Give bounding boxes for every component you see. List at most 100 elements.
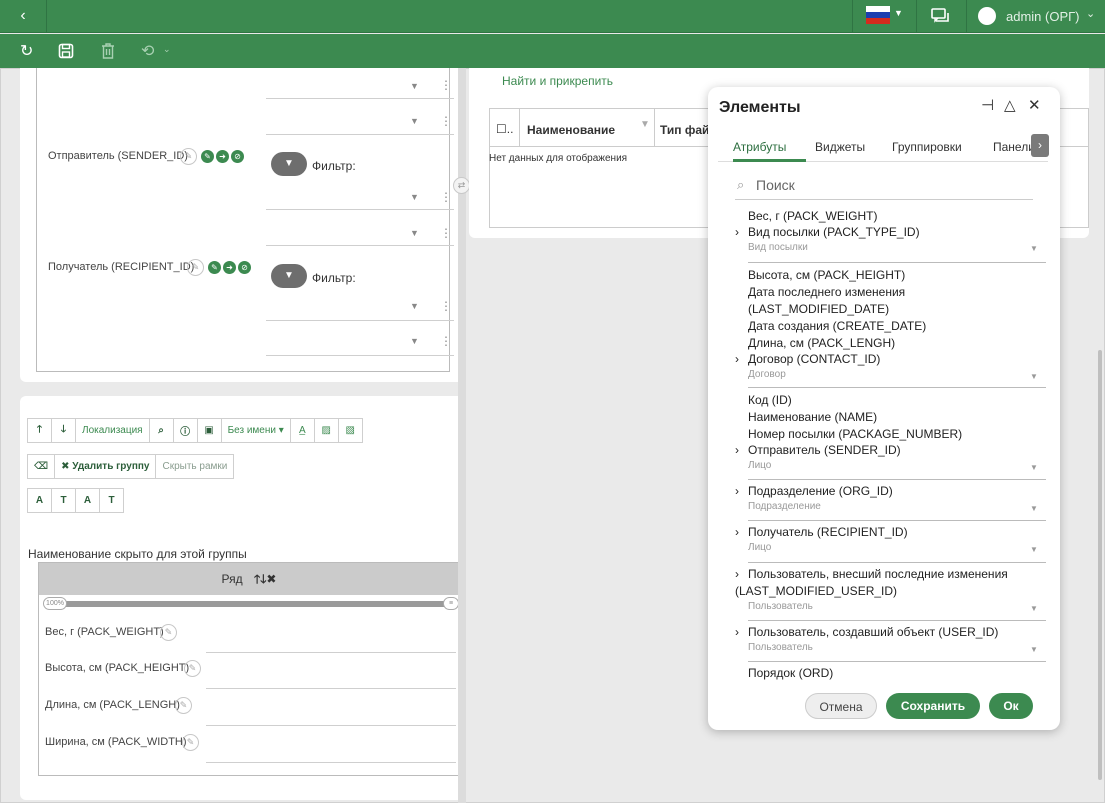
search-input[interactable]: ⌕ Поиск xyxy=(735,174,1033,200)
edit-icon[interactable]: ✎ xyxy=(175,697,192,714)
border-pattern-icon[interactable]: ▧ xyxy=(337,418,363,443)
edit-icon[interactable]: ✎ xyxy=(182,734,199,751)
tab-widgets[interactable]: Виджеты xyxy=(815,140,865,154)
dropdown-field[interactable] xyxy=(266,134,454,135)
chevron-down-icon[interactable]: ▼ xyxy=(410,81,419,91)
move-up-icon[interactable]: 🡑 xyxy=(27,418,52,443)
chevron-down-icon[interactable]: ▼ xyxy=(410,301,419,311)
chevron-down-icon[interactable]: ▼ xyxy=(410,116,419,126)
list-item[interactable]: (LAST_MODIFIED_USER_ID) xyxy=(735,584,897,598)
hide-frames-button[interactable]: Скрыть рамки xyxy=(155,454,235,479)
chevron-down-icon[interactable]: ▼ xyxy=(410,336,419,346)
chevron-left-icon[interactable]: ‹ xyxy=(0,0,47,33)
chevron-down-icon[interactable]: ▼ xyxy=(1030,604,1038,613)
close-icon[interactable]: ✕ xyxy=(1028,96,1041,114)
chevron-down-icon[interactable]: ▼ xyxy=(1030,645,1038,654)
text-style-icon[interactable]: T xyxy=(99,488,124,513)
tab-attributes[interactable]: Атрибуты xyxy=(733,140,786,154)
list-item[interactable]: Пользователь, внесший последние изменени… xyxy=(748,567,1008,581)
link-icon[interactable]: ⊘ xyxy=(238,261,251,274)
open-link-icon[interactable]: ➜ xyxy=(216,150,229,163)
refresh-icon[interactable]: ↻ xyxy=(20,41,33,61)
list-item[interactable]: Вид посылки (PACK_TYPE_ID) xyxy=(748,225,920,239)
open-link-icon[interactable]: ➜ xyxy=(223,261,236,274)
save-button[interactable]: Сохранить xyxy=(886,693,980,719)
list-item[interactable]: Номер посылки (PACKAGE_NUMBER) xyxy=(748,427,962,441)
list-item[interactable]: Получатель (RECIPIENT_ID) xyxy=(748,525,908,539)
filter-icon[interactable]: ▼ xyxy=(640,119,650,130)
edit-icon[interactable]: ✎ xyxy=(180,148,197,165)
chevron-down-icon[interactable]: ▼ xyxy=(1030,372,1038,381)
tab-panels[interactable]: Панели xyxy=(993,140,1035,154)
text-style-icon[interactable]: T xyxy=(51,488,76,513)
input-field[interactable] xyxy=(206,688,456,689)
more-icon[interactable]: ⋮ xyxy=(440,190,452,204)
find-attach-link[interactable]: Найти и прикрепить xyxy=(502,74,613,88)
more-icon[interactable]: ⋮ xyxy=(440,334,452,348)
tab-groupings[interactable]: Группировки xyxy=(892,140,962,154)
list-item[interactable]: Вес, г (PACK_WEIGHT) xyxy=(748,209,878,223)
column-name[interactable]: Наименование xyxy=(527,123,615,137)
pin-icon[interactable]: ⊣ xyxy=(981,96,994,114)
chevron-down-icon[interactable]: ▼ xyxy=(1030,463,1038,472)
trash-icon[interactable] xyxy=(101,43,115,59)
list-item[interactable]: Длина, см (PACK_LENGH) xyxy=(748,336,895,350)
list-item[interactable]: Код (ID) xyxy=(748,393,792,407)
move-down-icon[interactable]: 🡓 xyxy=(51,418,76,443)
list-item[interactable]: Наименование (NAME) xyxy=(748,410,877,424)
history-icon[interactable]: ⟲ xyxy=(141,41,154,61)
name-dropdown[interactable]: Без имени ▾ xyxy=(220,418,291,443)
chevron-down-icon[interactable]: ▼ xyxy=(1030,244,1038,253)
filter-icon[interactable]: ▼ xyxy=(271,264,307,288)
chevron-down-icon[interactable]: ▼ xyxy=(410,192,419,202)
avatar[interactable] xyxy=(978,7,996,25)
chevron-right-icon[interactable]: › xyxy=(735,625,739,639)
background-pattern-icon[interactable]: ▨ xyxy=(313,418,339,443)
lock-icon[interactable]: ▣ xyxy=(196,418,222,443)
chat-icon[interactable] xyxy=(930,6,952,26)
save-icon[interactable] xyxy=(58,43,74,59)
chevron-right-icon[interactable]: › xyxy=(1031,134,1049,157)
eraser-icon[interactable]: ⌫ xyxy=(27,454,56,479)
list-item[interactable]: Порядок (ORD) xyxy=(748,666,833,680)
dropdown-field[interactable] xyxy=(266,209,454,210)
slider-left-thumb[interactable]: 100% xyxy=(43,597,67,610)
cancel-button[interactable]: Отмена xyxy=(805,693,877,719)
chevron-right-icon[interactable]: › xyxy=(735,567,739,581)
input-field[interactable] xyxy=(206,725,456,726)
list-item[interactable]: Пользователь, создавший объект (USER_ID) xyxy=(748,625,998,639)
username[interactable]: admin (ОРГ) xyxy=(1006,9,1080,24)
info-icon[interactable]: ⓘ xyxy=(172,418,198,443)
edit-icon[interactable]: ✎ xyxy=(187,259,204,276)
text-color-icon[interactable]: A̲ xyxy=(289,418,315,443)
dropdown-field[interactable] xyxy=(266,245,454,246)
list-item[interactable]: (LAST_MODIFIED_DATE) xyxy=(748,302,889,316)
chevron-down-icon[interactable]: ▼ xyxy=(1030,545,1038,554)
more-icon[interactable]: ⋮ xyxy=(440,78,452,92)
more-icon[interactable]: ⋮ xyxy=(440,299,452,313)
localization-button[interactable]: Локализация xyxy=(75,418,150,443)
scrollbar[interactable] xyxy=(1098,350,1102,780)
chevron-down-icon[interactable]: ▼ xyxy=(410,228,419,238)
ok-button[interactable]: Ок xyxy=(989,693,1033,719)
chevron-down-icon[interactable]: ▼ xyxy=(1030,504,1038,513)
chevron-down-icon[interactable]: ⌄ xyxy=(163,44,171,55)
splitter-handle-icon[interactable]: ⇄ xyxy=(453,177,470,194)
list-item[interactable]: Дата создания (CREATE_DATE) xyxy=(748,319,926,333)
edit-link-icon[interactable]: ✎ xyxy=(208,261,221,274)
list-item[interactable]: Высота, см (PACK_HEIGHT) xyxy=(748,268,905,282)
chevron-right-icon[interactable]: › xyxy=(735,352,739,366)
link-icon[interactable]: ⊘ xyxy=(231,150,244,163)
text-bg-icon[interactable]: A xyxy=(75,488,100,513)
binoculars-icon[interactable]: ⌕ xyxy=(148,418,174,443)
dropdown-field[interactable] xyxy=(266,320,454,321)
list-item[interactable]: Подразделение (ORG_ID) xyxy=(748,484,893,498)
chevron-down-icon[interactable]: ▼ xyxy=(894,8,903,18)
text-bg-icon[interactable]: A xyxy=(27,488,52,513)
chevron-right-icon[interactable]: › xyxy=(735,525,739,539)
language-flag-icon[interactable] xyxy=(866,6,890,24)
filter-icon[interactable]: ▼ xyxy=(271,152,307,176)
chevron-right-icon[interactable]: › xyxy=(735,484,739,498)
column-file-type[interactable]: Тип фай xyxy=(660,123,709,137)
delete-group-button[interactable]: ✖ Удалить группу xyxy=(54,454,157,479)
